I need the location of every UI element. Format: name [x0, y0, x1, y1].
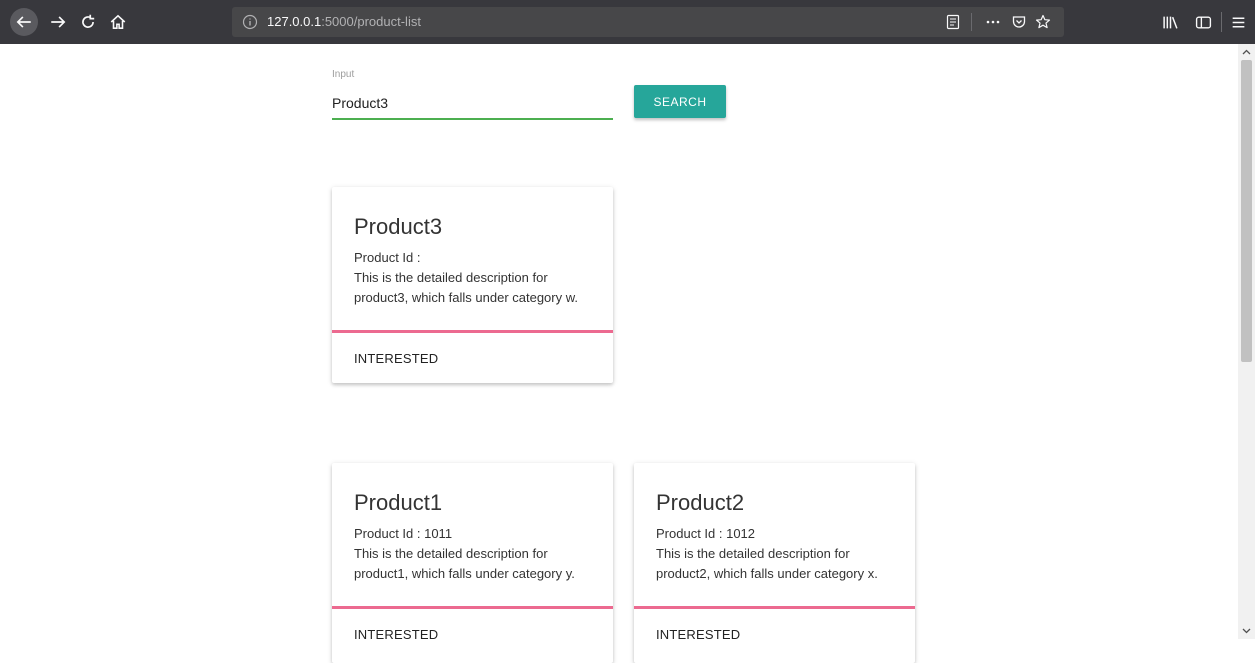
hamburger-menu-icon	[1232, 17, 1244, 27]
scroll-up-button[interactable]	[1238, 44, 1255, 60]
browser-toolbar: 127.0.0.1:5000/product-list	[0, 0, 1255, 44]
info-icon[interactable]	[242, 14, 258, 30]
chevron-down-icon	[1242, 628, 1251, 634]
product-card: Product2 Product Id : 1012 This is the d…	[634, 463, 915, 663]
reader-view-icon	[946, 14, 960, 30]
library-icon	[1162, 16, 1178, 29]
reload-button[interactable]	[74, 8, 102, 36]
scroll-thumb[interactable]	[1241, 60, 1252, 362]
reader-view-button[interactable]	[944, 13, 962, 31]
card-description: This is the detailed description for pro…	[354, 270, 579, 305]
card-content: Product1 Product Id : 1011 This is the d…	[332, 463, 613, 583]
card-title: Product2	[656, 490, 745, 515]
card-content: Product2 Product Id : 1012 This is the d…	[634, 463, 915, 583]
more-icon	[986, 20, 1000, 24]
search-button[interactable]: SEARCH	[634, 85, 726, 118]
card-title: Product3	[354, 214, 443, 239]
forward-button[interactable]	[44, 8, 72, 36]
pocket-button[interactable]	[1010, 13, 1028, 31]
interested-button[interactable]: INTERESTED	[332, 609, 613, 660]
star-icon	[1035, 14, 1051, 29]
url-path: :5000/product-list	[321, 14, 421, 29]
arrow-right-icon	[51, 16, 66, 28]
search-result-card: Product3 Product Id : This is the detail…	[332, 187, 613, 383]
card-product-id: Product Id : 1011	[354, 526, 453, 541]
card-product-id: Product Id : 1012	[656, 526, 756, 541]
card-description: This is the detailed description for pro…	[656, 546, 878, 581]
url-host: 127.0.0.1	[267, 14, 322, 29]
home-icon	[110, 14, 126, 29]
page-actions-button[interactable]	[984, 13, 1002, 31]
toolbar-separator	[1221, 12, 1222, 32]
home-button[interactable]	[104, 8, 132, 36]
product-card: Product1 Product Id : 1011 This is the d…	[332, 463, 613, 663]
scroll-down-button[interactable]	[1238, 623, 1255, 639]
sidebar-button[interactable]	[1193, 12, 1213, 32]
card-product-id: Product Id :	[354, 250, 421, 265]
url-separator	[971, 13, 972, 31]
library-button[interactable]	[1160, 12, 1180, 32]
interested-button[interactable]: INTERESTED	[332, 333, 613, 384]
url-text[interactable]: 127.0.0.1:5000/product-list	[267, 14, 421, 29]
chevron-up-icon	[1242, 49, 1251, 55]
card-content: Product3 Product Id : This is the detail…	[332, 187, 613, 307]
bookmark-button[interactable]	[1034, 13, 1052, 31]
back-button[interactable]	[10, 8, 38, 36]
reload-icon	[82, 14, 95, 28]
search-label: Input	[332, 69, 355, 80]
card-title: Product1	[354, 490, 443, 515]
arrow-left-icon	[16, 16, 31, 28]
card-description: This is the detailed description for pro…	[354, 546, 575, 581]
interested-button[interactable]: INTERESTED	[634, 609, 915, 660]
url-bar[interactable]: 127.0.0.1:5000/product-list	[232, 7, 1064, 37]
sidebar-icon	[1195, 15, 1211, 29]
page-scrollbar[interactable]	[1238, 44, 1255, 639]
search-input[interactable]	[332, 88, 613, 120]
menu-button[interactable]	[1228, 12, 1248, 32]
pocket-icon	[1012, 16, 1026, 28]
